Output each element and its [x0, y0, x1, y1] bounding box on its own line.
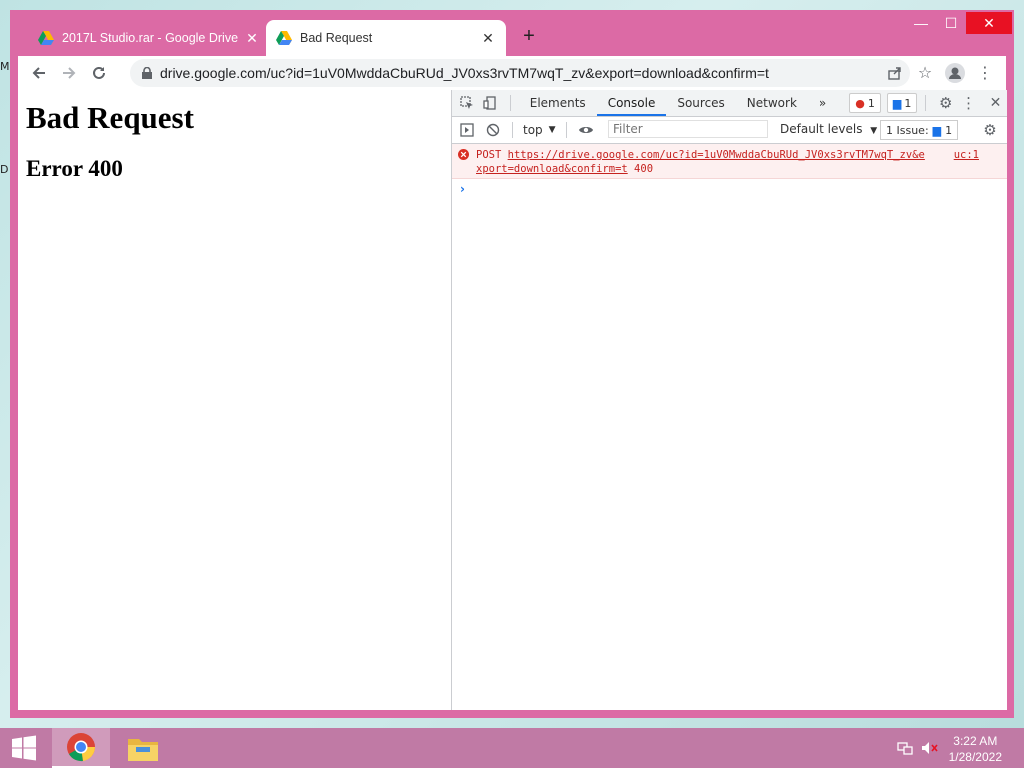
- error-line-1: POST https://drive.google.com/uc?id=1uV0…: [476, 149, 925, 161]
- divider: [565, 122, 567, 138]
- error-count: 1: [867, 96, 875, 110]
- error-url-link[interactable]: https://drive.google.com/uc?id=1uV0Mwdda…: [508, 149, 925, 161]
- error-source-link[interactable]: uc:1: [954, 149, 979, 161]
- taskbar: 3:22 AM 1/28/2022: [0, 728, 1024, 768]
- clear-console-icon[interactable]: [480, 117, 506, 143]
- http-method: POST: [476, 149, 502, 161]
- lock-icon: [142, 67, 152, 79]
- system-clock[interactable]: 3:22 AM 1/28/2022: [949, 733, 1002, 765]
- web-page: Bad Request Error 400: [18, 90, 450, 710]
- desktop-fragment: D: [0, 163, 9, 176]
- error-circle-icon: [458, 149, 469, 160]
- live-expression-eye-icon[interactable]: [573, 117, 599, 143]
- console-settings-gear-icon[interactable]: ⚙: [977, 117, 1003, 143]
- tab-strip: 2017L Studio.rar - Google Drive ✕ Bad Re…: [10, 10, 1014, 56]
- address-bar[interactable]: drive.google.com/uc?id=1uV0MwddaCbuRUd_J…: [130, 59, 910, 87]
- tab-title: Bad Request: [300, 31, 373, 45]
- message-count-badge[interactable]: ▆ 1: [886, 93, 918, 113]
- google-drive-icon: [276, 31, 292, 45]
- google-drive-icon: [38, 31, 54, 45]
- volume-muted-icon[interactable]: [918, 728, 942, 768]
- caret-down-icon: ▼: [870, 126, 878, 136]
- tab-title: 2017L Studio.rar - Google Drive: [62, 31, 239, 45]
- arrow-right-icon: [63, 67, 76, 79]
- desktop-fragment: M: [0, 60, 10, 73]
- context-selector[interactable]: top ▼: [519, 123, 560, 137]
- message-count: 1: [904, 96, 912, 110]
- start-button[interactable]: [0, 728, 48, 768]
- issues-count: 1: [945, 123, 953, 137]
- divider: [925, 95, 927, 111]
- settings-gear-icon[interactable]: ⚙: [934, 90, 957, 116]
- issues-label: 1 Issue:: [886, 123, 929, 137]
- error-count-badge[interactable]: ● 1: [849, 93, 881, 113]
- context-label: top: [523, 123, 543, 137]
- taskbar-chrome-button[interactable]: [52, 728, 110, 768]
- console-error-message: POST https://drive.google.com/uc?id=1uV0…: [452, 144, 1007, 179]
- close-window-button[interactable]: ✕: [966, 12, 1012, 34]
- folder-icon: [128, 739, 158, 761]
- profile-avatar-icon[interactable]: [940, 60, 970, 86]
- windows-logo-icon: [12, 735, 36, 761]
- devtools-panel: Elements Console Sources Network » ● 1 ▆…: [451, 90, 1007, 710]
- chrome-icon: [67, 733, 96, 762]
- error-url-link-continued[interactable]: xport=download&confirm=t: [476, 163, 628, 175]
- network-icon[interactable]: [894, 728, 916, 768]
- page-title: Bad Request: [26, 100, 194, 135]
- close-tab-icon[interactable]: ✕: [480, 30, 496, 47]
- tab-bad-request[interactable]: Bad Request ✕: [266, 20, 506, 56]
- maximize-button[interactable]: ☐: [936, 12, 966, 34]
- devtools-tab-sources[interactable]: Sources: [666, 90, 735, 116]
- inspect-element-icon[interactable]: [456, 90, 479, 116]
- log-levels-dropdown[interactable]: Default levels ▼: [780, 122, 877, 136]
- devtools-tab-elements[interactable]: Elements: [519, 90, 597, 116]
- tab-google-drive[interactable]: 2017L Studio.rar - Google Drive ✕: [28, 20, 270, 56]
- close-devtools-icon[interactable]: ✕: [984, 90, 1007, 116]
- taskbar-file-explorer-button[interactable]: [116, 728, 170, 768]
- divider: [509, 95, 511, 111]
- content-area: Bad Request Error 400 Elements Console S…: [18, 90, 1007, 710]
- close-tab-icon[interactable]: ✕: [244, 30, 260, 47]
- arrow-left-icon: [32, 67, 45, 79]
- minimize-button[interactable]: —: [906, 12, 936, 34]
- more-tabs-button[interactable]: »: [808, 90, 837, 116]
- reload-button[interactable]: [84, 58, 114, 88]
- toolbar-actions: ☆ ⋮: [880, 60, 1000, 86]
- devtools-menu-kebab-icon[interactable]: ⋮: [957, 90, 980, 116]
- menu-kebab-icon[interactable]: ⋮: [970, 60, 1000, 86]
- star-icon[interactable]: ☆: [910, 60, 940, 86]
- share-icon[interactable]: [880, 60, 910, 86]
- reload-icon: [93, 66, 105, 79]
- log-levels-label: Default levels: [780, 122, 863, 136]
- message-icon: ▆: [892, 96, 902, 110]
- devtools-tab-console[interactable]: Console: [596, 90, 667, 116]
- clock-time: 3:22 AM: [953, 734, 998, 748]
- caret-down-icon: ▼: [548, 125, 556, 135]
- url-text: drive.google.com/uc?id=1uV0MwddaCbuRUd_J…: [160, 65, 769, 81]
- http-status: 400: [634, 163, 654, 175]
- issue-icon: ▆: [932, 123, 942, 137]
- clock-date: 1/28/2022: [948, 750, 1002, 764]
- issues-button[interactable]: 1 Issue: ▆ 1: [880, 120, 959, 140]
- console-prompt[interactable]: ›: [460, 182, 465, 196]
- new-tab-button[interactable]: +: [517, 25, 541, 49]
- error-icon: ●: [855, 96, 865, 110]
- back-button[interactable]: [24, 58, 54, 88]
- console-toolbar: top ▼ Default levels ▼ 1 Issue: ▆ 1 ⚙: [452, 117, 1007, 144]
- browser-window: 2017L Studio.rar - Google Drive ✕ Bad Re…: [10, 10, 1014, 718]
- forward-button[interactable]: [54, 58, 84, 88]
- divider: [512, 122, 513, 138]
- sidebar-toggle-icon[interactable]: [454, 117, 480, 143]
- error-line-2: xport=download&confirm=t 400: [476, 163, 653, 175]
- devtools-tabbar: Elements Console Sources Network » ● 1 ▆…: [452, 90, 1007, 117]
- page-subtitle: Error 400: [26, 156, 123, 181]
- devtools-tab-network[interactable]: Network: [736, 90, 808, 116]
- device-toolbar-icon[interactable]: [479, 90, 502, 116]
- console-filter-input[interactable]: [608, 120, 768, 138]
- browser-toolbar: drive.google.com/uc?id=1uV0MwddaCbuRUd_J…: [18, 56, 1006, 90]
